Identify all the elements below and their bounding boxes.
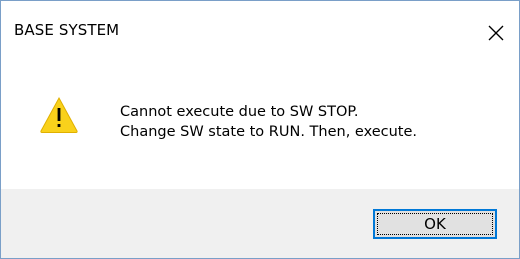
button-bar: OK [1,189,519,258]
dialog-content: Cannot execute due to SW STOP. Change SW… [1,65,519,189]
message-line-1: Cannot execute due to SW STOP. [120,104,359,120]
warning-icon [40,96,78,133]
ok-button-label: OK [424,215,446,233]
dialog-message: Cannot execute due to SW STOP. Change SW… [120,102,417,142]
close-button[interactable] [473,1,519,65]
window-title: BASE SYSTEM [14,21,120,39]
ok-button[interactable]: OK [373,209,497,239]
close-icon [488,25,504,41]
dialog-window: BASE SYSTEM Cannot execute due to SW STO… [0,0,520,259]
message-line-2: Change SW state to RUN. Then, execute. [120,124,418,140]
title-bar[interactable]: BASE SYSTEM [1,1,519,65]
